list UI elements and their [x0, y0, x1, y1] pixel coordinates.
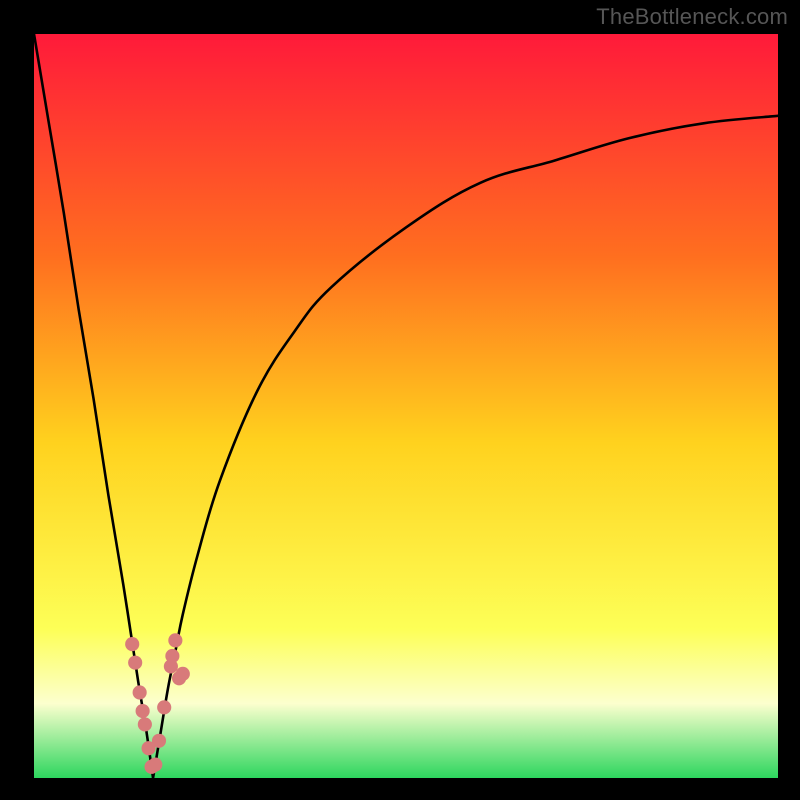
reference-marker	[176, 667, 190, 681]
reference-marker	[128, 656, 142, 670]
bottleneck-curve	[34, 34, 778, 778]
reference-marker	[152, 734, 166, 748]
reference-marker	[165, 649, 179, 663]
watermark-text: TheBottleneck.com	[596, 4, 788, 30]
reference-marker	[138, 717, 152, 731]
chart-frame: TheBottleneck.com	[0, 0, 800, 800]
plot-area	[34, 34, 778, 778]
reference-marker	[148, 758, 162, 772]
reference-marker	[133, 685, 147, 699]
reference-marker	[157, 700, 171, 714]
reference-marker	[125, 637, 139, 651]
reference-marker	[136, 704, 150, 718]
reference-marker	[168, 633, 182, 647]
